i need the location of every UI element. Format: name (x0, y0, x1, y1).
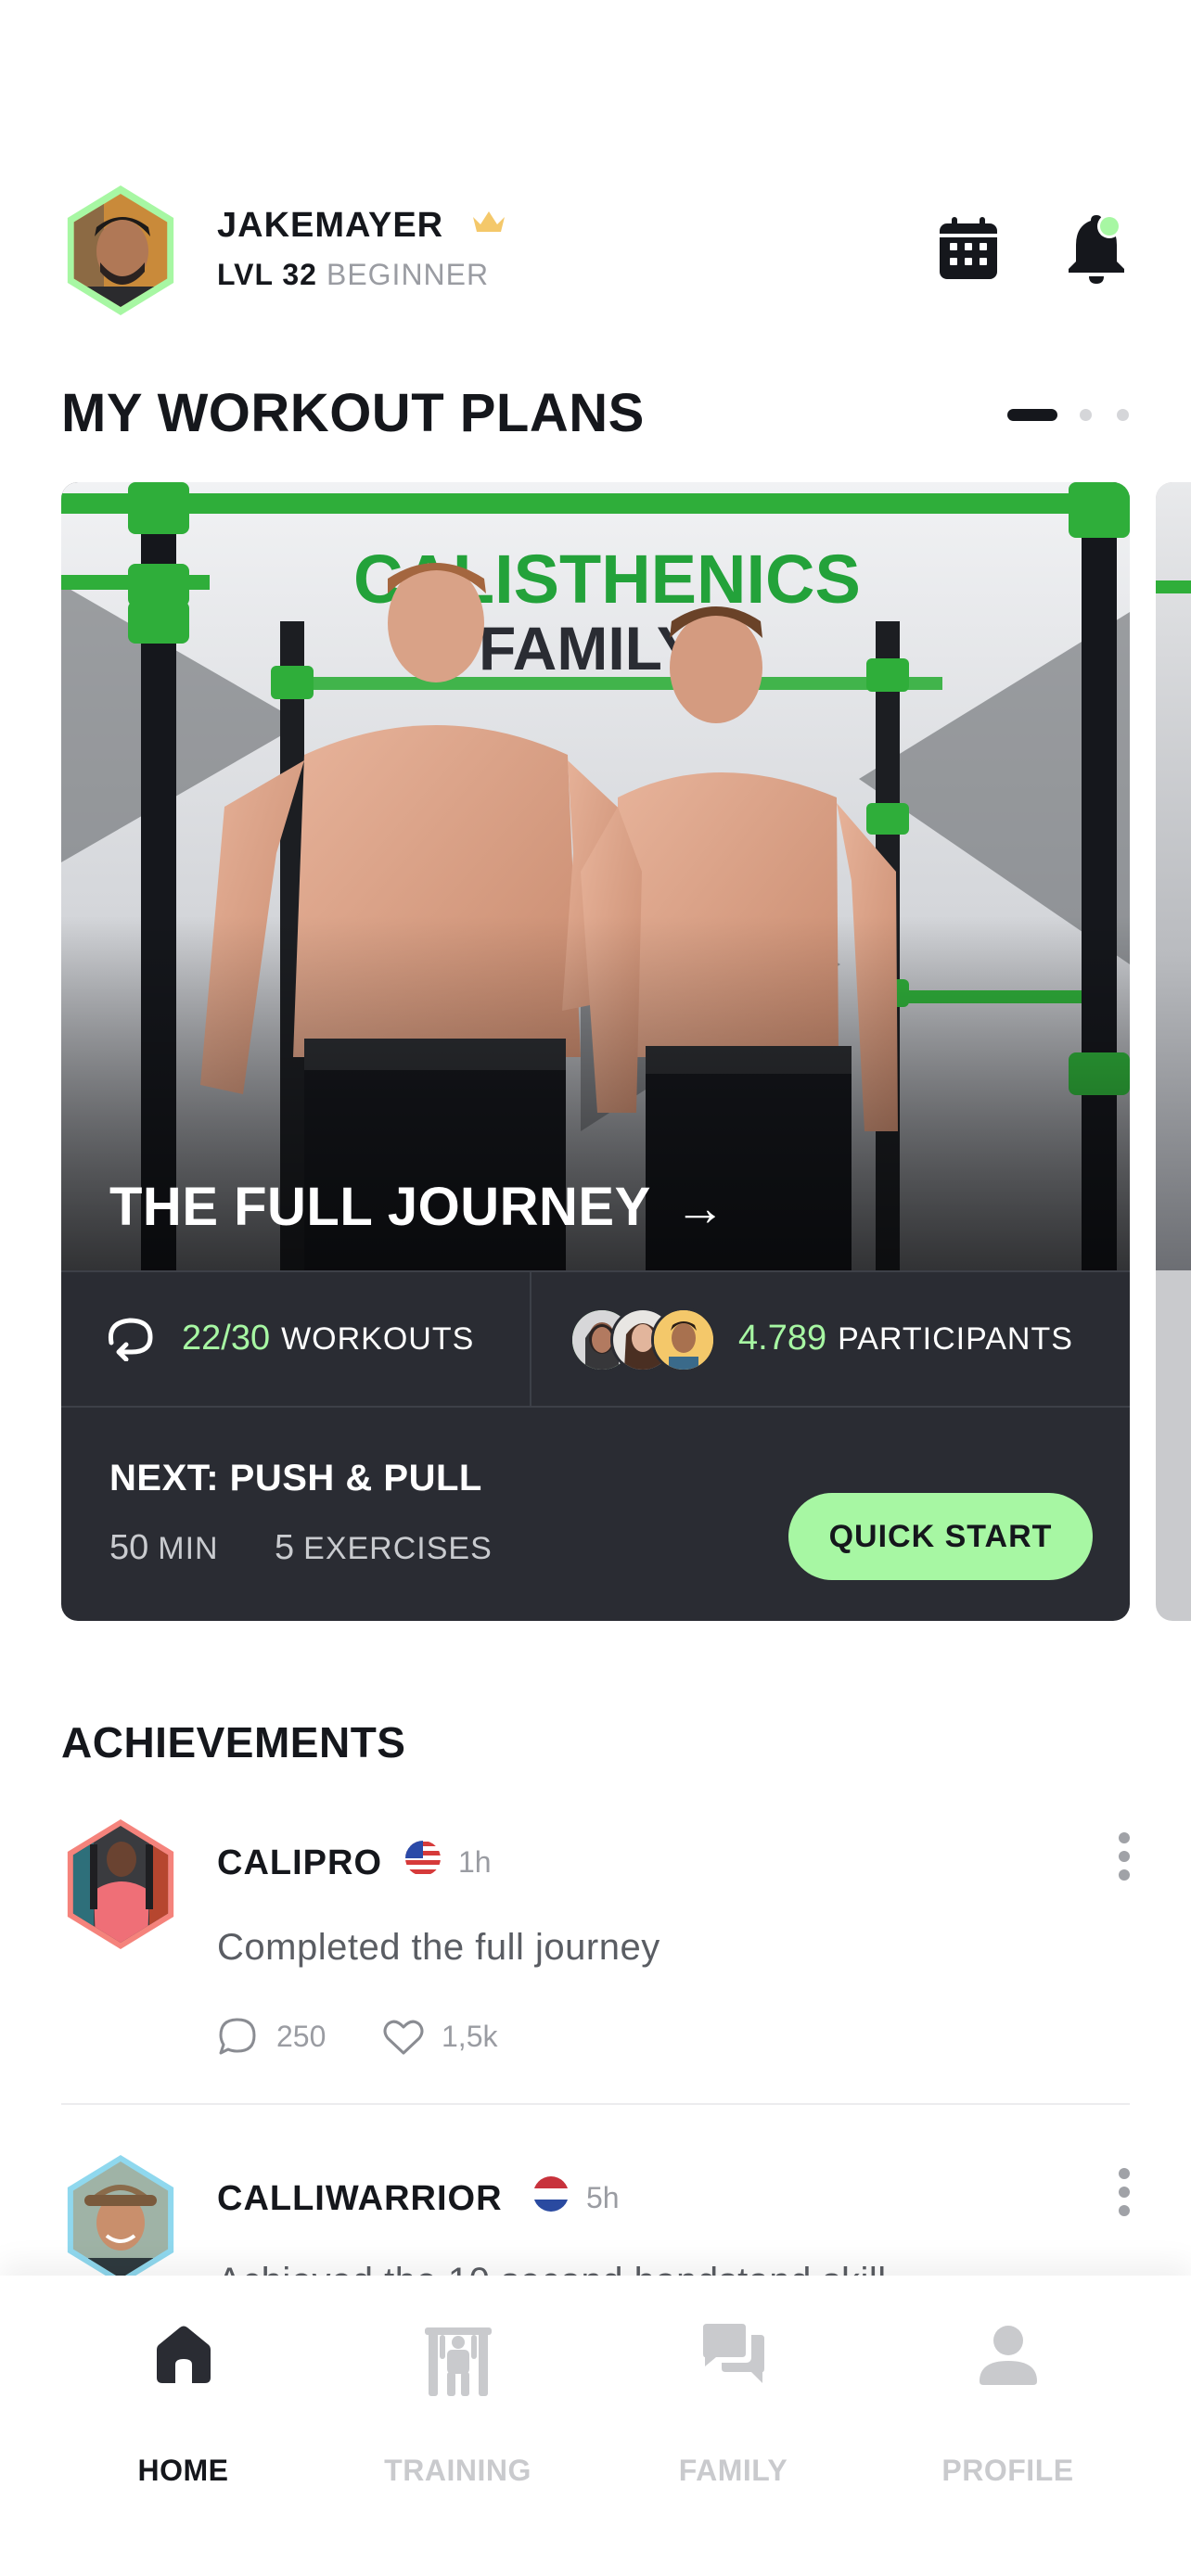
quick-start-button[interactable]: QUICK START (788, 1493, 1093, 1580)
nav-family[interactable]: FAMILY (584, 2276, 882, 2576)
stats-divider (530, 1272, 531, 1406)
training-icon (423, 2322, 493, 2403)
rank-label: BEGINNER (326, 258, 490, 291)
nav-family-label: FAMILY (678, 2454, 788, 2487)
home-icon (151, 2322, 216, 2391)
person-icon (976, 2322, 1041, 2391)
heart-icon[interactable] (382, 2018, 425, 2061)
exercises-value: 5 (275, 1528, 295, 1567)
comment-count: 250 (276, 2020, 327, 2053)
next-plan-card-peek[interactable] (1156, 482, 1191, 1621)
workouts-label: WORKOUTS (281, 1321, 475, 1357)
duration-unit: MIN (158, 1531, 219, 1566)
exercises-meta: 5 EXERCISES (275, 1528, 493, 1568)
notification-bell-icon[interactable] (1063, 211, 1133, 286)
duration-value: 50 (109, 1528, 149, 1567)
plan-pager[interactable] (1007, 409, 1130, 421)
next-workout-title: NEXT: PUSH & PULL (109, 1458, 482, 1498)
repeat-icon (104, 1315, 156, 1366)
nav-training-label: TRAINING (384, 2454, 531, 2487)
exercises-unit: EXERCISES (303, 1531, 493, 1566)
participant-avatar (651, 1307, 716, 1372)
participants-label: PARTICIPANTS (838, 1321, 1073, 1357)
participants-avatars (570, 1307, 736, 1372)
workouts-count: 22/30 (182, 1319, 271, 1358)
user-level: LVL 32 BEGINNER (217, 258, 489, 292)
nav-home[interactable]: HOME (34, 2276, 332, 2576)
plan-cover-image: CALISTHENICS FAMILY (61, 482, 1130, 1270)
nav-home-label: HOME (137, 2454, 229, 2487)
feed-divider (61, 2103, 1130, 2105)
participants-stat: 4.789 PARTICIPANTS (738, 1319, 1073, 1358)
chat-icon (699, 2322, 768, 2391)
pager-dot-active[interactable] (1007, 409, 1057, 421)
feed-text: Completed the full journey (217, 1927, 660, 1968)
us-flag-icon (404, 1840, 442, 1881)
bottom-navigation: HOME TRAINING FAMILY PROFILE (0, 2276, 1191, 2576)
pager-dot[interactable] (1080, 409, 1092, 421)
nav-training[interactable]: TRAINING (309, 2276, 607, 2576)
nl-flag-icon (532, 2175, 570, 2217)
like-count: 1,5k (442, 2020, 498, 2053)
username: JAKEMAYER (217, 206, 444, 245)
level-value: LVL 32 (217, 258, 317, 291)
feed-time: 1h (458, 1845, 492, 1879)
nav-profile-label: PROFILE (941, 2454, 1074, 2487)
duration-meta: 50 MIN (109, 1528, 219, 1568)
achievements-title: ACHIEVEMENTS (61, 1718, 406, 1766)
calendar-icon[interactable] (937, 215, 1000, 282)
workout-plan-card[interactable]: CALISTHENICS FAMILY (61, 482, 1130, 1621)
participants-count: 4.789 (738, 1319, 827, 1358)
arrow-right-icon: → (674, 1180, 726, 1236)
plan-title-text: THE FULL JOURNEY (109, 1177, 651, 1237)
plan-stats: 22/30 WORKOUTS 4.789 PARTICIPANTS (61, 1270, 1130, 1408)
feed-username[interactable]: CALLIWARRIOR (217, 2179, 503, 2219)
crown-icon (471, 210, 506, 240)
nav-profile[interactable]: PROFILE (859, 2276, 1157, 2576)
more-options-icon[interactable] (1119, 1832, 1130, 1884)
more-options-icon[interactable] (1119, 2168, 1130, 2220)
comment-icon[interactable] (217, 2016, 258, 2061)
workout-plans-title: MY WORKOUT PLANS (61, 383, 645, 443)
pager-dot[interactable] (1117, 409, 1129, 421)
feed-time: 5h (586, 2181, 620, 2214)
workouts-stat: 22/30 WORKOUTS (182, 1319, 474, 1358)
feed-username[interactable]: CALIPRO (217, 1843, 382, 1883)
plan-title[interactable]: THE FULL JOURNEY → (109, 1176, 725, 1238)
